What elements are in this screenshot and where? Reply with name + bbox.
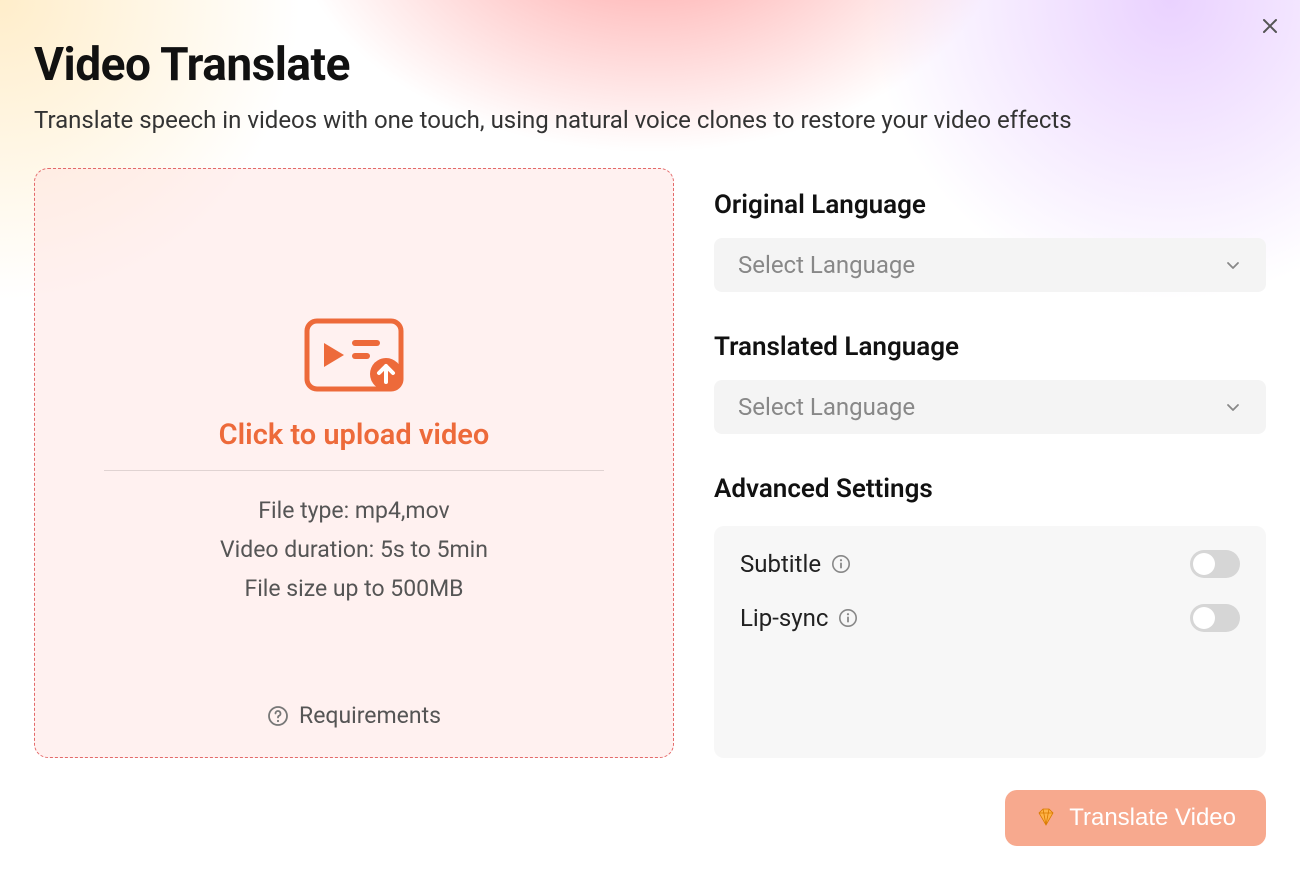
- lipsync-toggle[interactable]: [1190, 604, 1240, 632]
- duration-info: Video duration: 5s to 5min: [220, 530, 488, 569]
- settings-panel: Original Language Select Language Transl…: [714, 168, 1266, 758]
- page-subtitle: Translate speech in videos with one touc…: [34, 106, 1266, 134]
- close-icon: [1260, 16, 1280, 36]
- info-icon[interactable]: [831, 554, 851, 574]
- lipsync-label: Lip-sync: [740, 604, 828, 632]
- requirements-label: Requirements: [299, 702, 441, 729]
- gem-icon: [1035, 807, 1057, 829]
- translated-language-select[interactable]: Select Language: [714, 380, 1266, 434]
- file-type-info: File type: mp4,mov: [220, 491, 488, 530]
- upload-video-icon: [304, 318, 404, 396]
- subtitle-toggle[interactable]: [1190, 550, 1240, 578]
- header: Video Translate Translate speech in vide…: [0, 0, 1300, 134]
- original-language-select[interactable]: Select Language: [714, 238, 1266, 292]
- requirements-link[interactable]: Requirements: [267, 702, 441, 729]
- original-language-label: Original Language: [714, 190, 1266, 220]
- upload-zone[interactable]: Click to upload video File type: mp4,mov…: [34, 168, 674, 758]
- divider: [104, 470, 604, 471]
- translate-video-button[interactable]: Translate Video: [1005, 790, 1266, 846]
- upload-label: Click to upload video: [219, 418, 490, 452]
- select-placeholder: Select Language: [738, 251, 915, 279]
- translate-button-label: Translate Video: [1069, 804, 1236, 832]
- size-info: File size up to 500MB: [220, 569, 488, 608]
- translated-language-label: Translated Language: [714, 332, 1266, 362]
- advanced-settings-label: Advanced Settings: [714, 474, 1266, 504]
- close-button[interactable]: [1256, 12, 1284, 40]
- select-placeholder: Select Language: [738, 393, 915, 421]
- page-title: Video Translate: [34, 38, 1266, 92]
- chevron-down-icon: [1224, 256, 1242, 274]
- info-icon[interactable]: [838, 608, 858, 628]
- lipsync-row: Lip-sync: [740, 604, 1240, 632]
- help-icon: [267, 705, 289, 727]
- file-info: File type: mp4,mov Video duration: 5s to…: [220, 491, 488, 608]
- chevron-down-icon: [1224, 398, 1242, 416]
- subtitle-label: Subtitle: [740, 550, 821, 578]
- subtitle-row: Subtitle: [740, 550, 1240, 578]
- advanced-settings-box: Subtitle Lip-sync: [714, 526, 1266, 758]
